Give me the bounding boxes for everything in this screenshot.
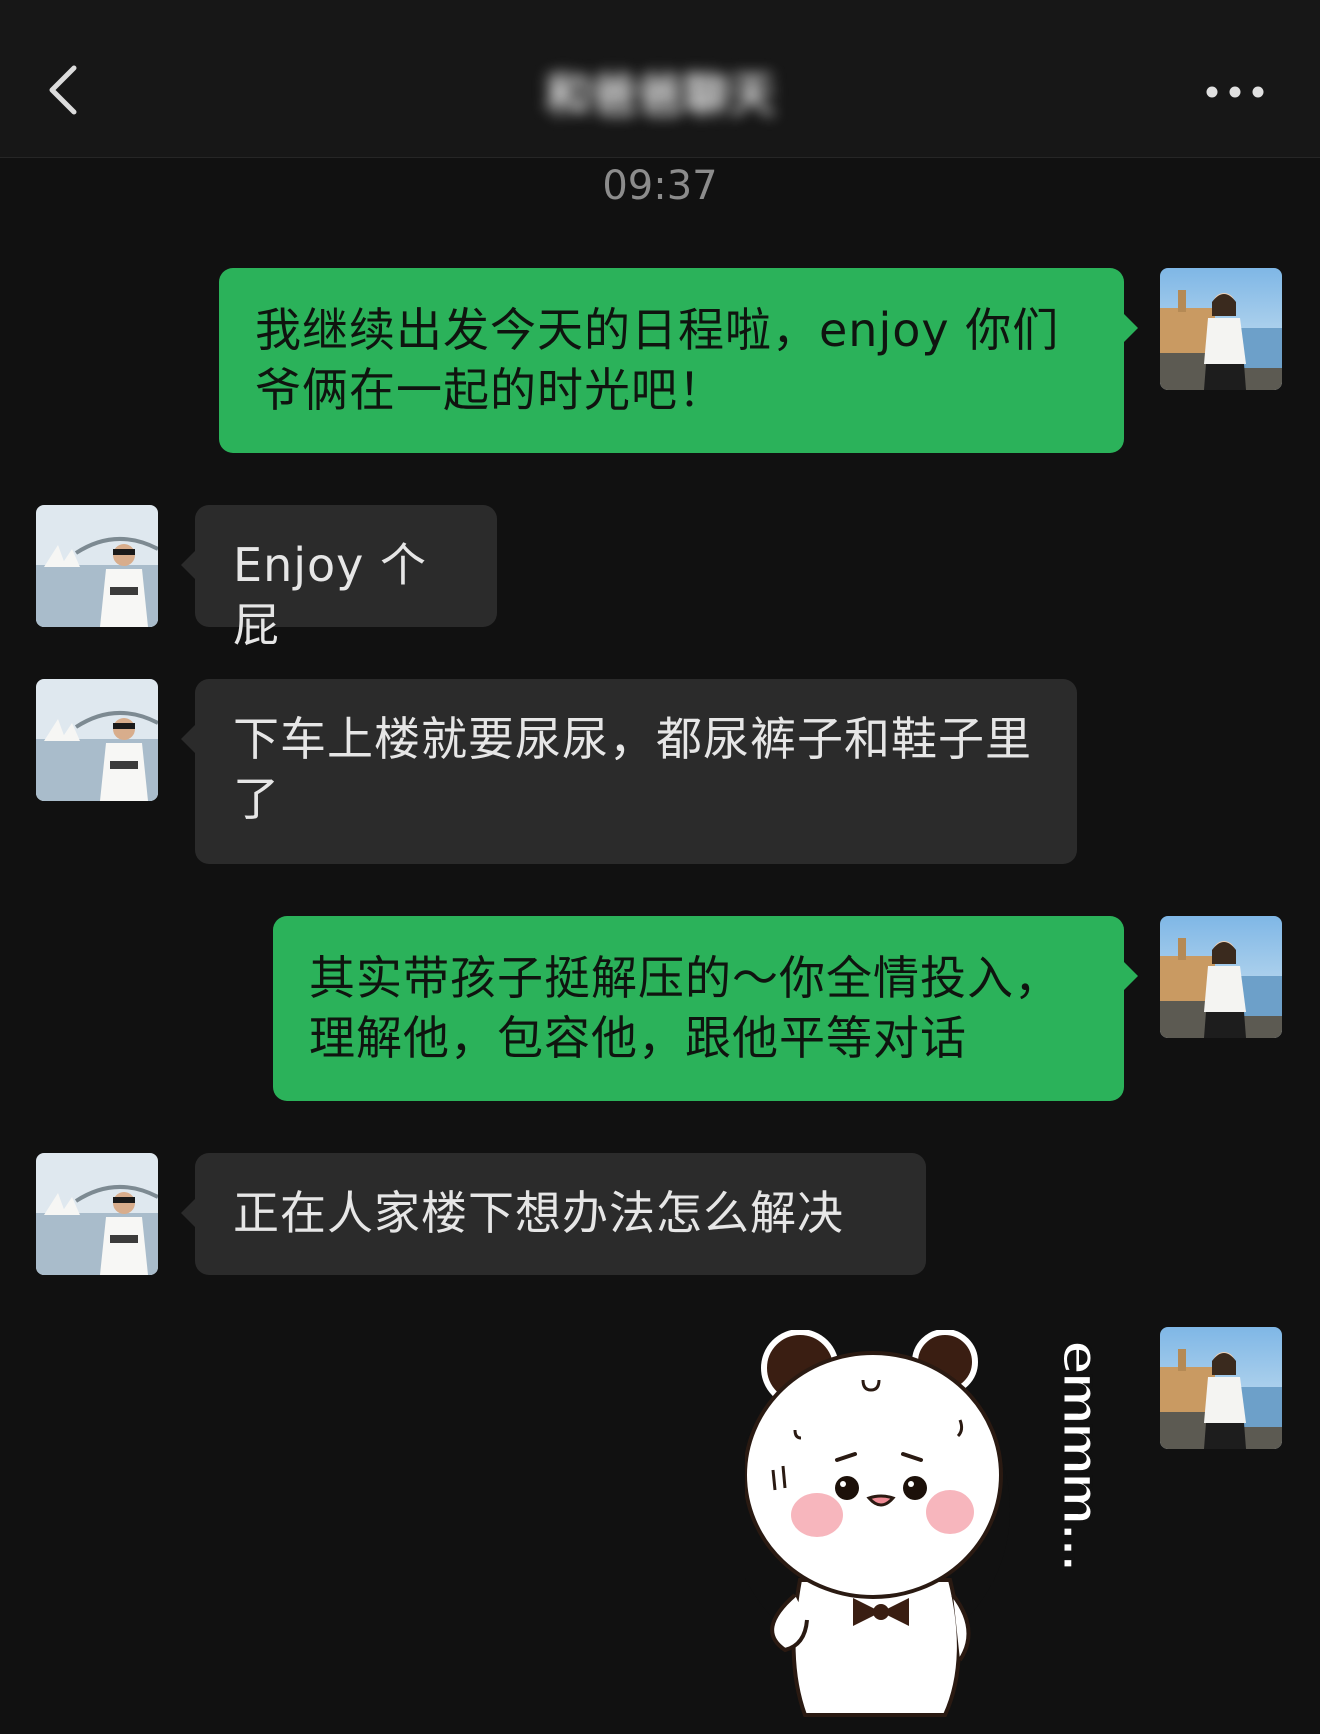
chevron-left-icon	[49, 65, 77, 115]
chat-header: 和爸爸聊天	[0, 0, 1320, 158]
message-text: Enjoy 个屁	[233, 538, 427, 652]
avatar-self[interactable]	[1160, 268, 1282, 390]
message-text: 我继续出发今天的日程啦，enjoy 你们爷俩在一起的时光吧！	[255, 303, 1060, 417]
avatar-self[interactable]	[1160, 1327, 1282, 1449]
message-bubble-incoming[interactable]: 正在人家楼下想办法怎么解决	[181, 1153, 926, 1275]
message-text: 正在人家楼下想办法怎么解决	[233, 1186, 844, 1240]
avatar-contact[interactable]	[36, 679, 158, 801]
more-horizontal-icon	[1206, 86, 1264, 98]
chat-title: 和爸爸聊天	[545, 68, 775, 122]
message-bubble-incoming[interactable]: 下车上楼就要尿尿，都尿裤子和鞋子里了	[181, 679, 1077, 864]
avatar-contact[interactable]	[36, 1153, 158, 1275]
more-button[interactable]	[1200, 72, 1270, 112]
avatar-contact[interactable]	[36, 505, 158, 627]
avatar-self[interactable]	[1160, 916, 1282, 1038]
message-bubble-outgoing[interactable]: 我继续出发今天的日程啦，enjoy 你们爷俩在一起的时光吧！	[219, 268, 1138, 453]
message-text: 下车上楼就要尿尿，都尿裤子和鞋子里了	[233, 712, 1032, 826]
message-bubble-outgoing[interactable]: 其实带孩子挺解压的～你全情投入，理解他，包容他，跟他平等对话	[273, 916, 1138, 1101]
back-button[interactable]	[40, 60, 90, 120]
message-timestamp: 09:37	[602, 163, 718, 209]
message-text: 其实带孩子挺解压的～你全情投入，理解他，包容他，跟他平等对话	[309, 951, 1061, 1065]
message-bubble-incoming[interactable]: Enjoy 个屁	[181, 505, 497, 652]
sticker-caption: emmm...	[1049, 1339, 1112, 1571]
